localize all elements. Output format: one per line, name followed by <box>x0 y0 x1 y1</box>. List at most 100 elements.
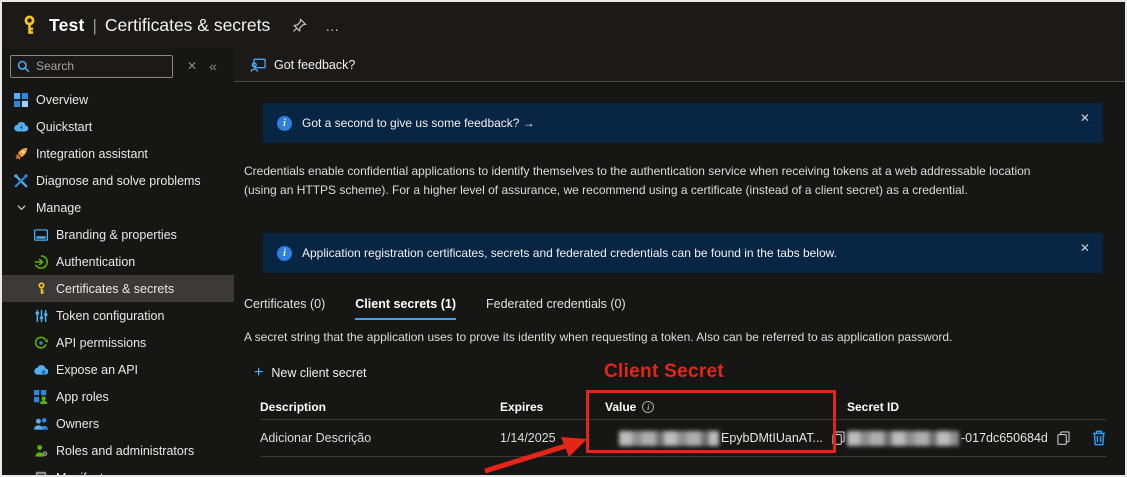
tab-client-secrets[interactable]: Client secrets (1) <box>355 297 456 320</box>
sliders-icon <box>33 308 49 324</box>
client-secrets-table: Description Expires Value i Secret ID Ad… <box>260 394 1106 457</box>
secret-id-visible-text: -017dc650684d <box>961 431 1048 445</box>
sidebar-item-overview[interactable]: Overview <box>2 86 234 113</box>
feedback-icon <box>250 58 266 73</box>
sidebar-item-label: API permissions <box>56 336 146 350</box>
delete-icon[interactable] <box>1092 430 1106 446</box>
overview-icon <box>13 92 29 108</box>
cell-expires: 1/14/2025 <box>500 431 605 445</box>
more-options-icon[interactable]: … <box>325 18 341 34</box>
header-secret-id[interactable]: Secret ID <box>847 400 1106 414</box>
sidebar: ✕ « Overview Quickstart <box>2 49 234 477</box>
sidebar-item-label: Manifest <box>56 471 103 477</box>
value-visible-text: EpybDMtIUanAT... <box>721 431 823 445</box>
sidebar-nav: Overview Quickstart Integration assistan… <box>2 83 234 477</box>
azure-portal-window: Test | Certificates & secrets … <box>0 0 1127 477</box>
tab-bar: Certificates (0) Client secrets (1) Fede… <box>244 297 1127 320</box>
credentials-description: Credentials enable confidential applicat… <box>244 162 1059 200</box>
table-header-row: Description Expires Value i Secret ID <box>260 394 1106 420</box>
sidebar-item-manifest[interactable]: Manifest <box>2 464 234 477</box>
header-expires[interactable]: Expires <box>500 400 605 414</box>
page-header: Test | Certificates & secrets … <box>2 2 1125 49</box>
search-input-wrapper <box>10 55 173 78</box>
collapse-menu-icon[interactable]: « <box>209 58 217 74</box>
quickstart-icon <box>13 119 29 135</box>
sidebar-item-label: Owners <box>56 417 99 431</box>
sidebar-item-owners[interactable]: Owners <box>2 410 234 437</box>
sidebar-item-diagnose[interactable]: Diagnose and solve problems <box>2 167 234 194</box>
sidebar-item-label: Diagnose and solve problems <box>36 174 201 188</box>
roles-admins-icon <box>33 443 49 459</box>
redacted-value-blur <box>619 431 719 446</box>
troubleshoot-icon <box>13 173 29 189</box>
info-icon: i <box>642 401 654 413</box>
new-client-secret-label: New client secret <box>271 366 366 380</box>
title-divider: | <box>92 16 96 36</box>
sidebar-section-manage[interactable]: Manage <box>2 194 234 221</box>
content-pane: Got feedback? i Got a second to give us … <box>234 49 1127 477</box>
copy-icon[interactable] <box>1057 431 1070 445</box>
page-title: Certificates & secrets <box>105 15 270 36</box>
sidebar-item-label: Expose an API <box>56 363 138 377</box>
sidebar-section-label: Manage <box>36 201 81 215</box>
chevron-down-icon <box>13 200 29 216</box>
sidebar-item-label: Integration assistant <box>36 147 148 161</box>
info-banner-text: Application registration certificates, s… <box>302 246 837 260</box>
got-feedback-button[interactable]: Got feedback? <box>250 58 355 73</box>
close-icon[interactable]: ✕ <box>1080 111 1090 125</box>
owners-icon <box>33 416 49 432</box>
rocket-icon <box>13 146 29 162</box>
sidebar-item-label: Authentication <box>56 255 135 269</box>
annotation-client-secret-label: Client Secret <box>604 361 724 383</box>
api-permissions-icon <box>33 335 49 351</box>
cloud-icon <box>33 362 49 378</box>
sidebar-item-label: Branding & properties <box>56 228 177 242</box>
command-bar: Got feedback? <box>234 49 1127 82</box>
redacted-secret-id-blur <box>847 431 959 446</box>
pin-icon[interactable] <box>292 18 307 33</box>
search-input[interactable] <box>36 59 166 73</box>
info-banner: i Application registration certificates,… <box>263 233 1103 273</box>
key-icon <box>19 15 40 36</box>
feedback-banner-text[interactable]: Got a second to give us some feedback? → <box>302 116 535 130</box>
sidebar-item-app-roles[interactable]: App roles <box>2 383 234 410</box>
key-icon <box>33 281 49 297</box>
info-icon: i <box>277 116 292 131</box>
cell-secret-id: -017dc650684d <box>847 430 1106 446</box>
table-row: Adicionar Descrição 1/14/2025 EpybDMtIUa… <box>260 420 1106 457</box>
info-icon: i <box>277 246 292 261</box>
tab-federated-credentials[interactable]: Federated credentials (0) <box>486 297 626 320</box>
header-value[interactable]: Value i <box>605 400 847 414</box>
sidebar-item-label: Overview <box>36 93 88 107</box>
app-roles-icon <box>33 389 49 405</box>
authentication-icon <box>33 254 49 270</box>
cell-value: EpybDMtIUanAT... <box>605 431 847 446</box>
sidebar-item-api-permissions[interactable]: API permissions <box>2 329 234 356</box>
branding-icon <box>33 227 49 243</box>
sidebar-item-label: Token configuration <box>56 309 164 323</box>
sidebar-item-label: Certificates & secrets <box>56 282 174 296</box>
sidebar-item-integration-assistant[interactable]: Integration assistant <box>2 140 234 167</box>
manifest-icon <box>33 470 49 477</box>
close-icon[interactable]: ✕ <box>1080 241 1090 255</box>
sidebar-item-certificates-secrets[interactable]: Certificates & secrets <box>2 275 234 302</box>
sidebar-item-expose-api[interactable]: Expose an API <box>2 356 234 383</box>
sidebar-item-branding[interactable]: Branding & properties <box>2 221 234 248</box>
cell-description: Adicionar Descrição <box>260 431 500 445</box>
search-clear-icon[interactable]: ✕ <box>187 59 197 73</box>
search-icon <box>17 60 30 73</box>
feedback-banner: i Got a second to give us some feedback?… <box>263 103 1103 143</box>
sidebar-item-roles-admins[interactable]: Roles and administrators <box>2 437 234 464</box>
sidebar-item-label: Quickstart <box>36 120 92 134</box>
got-feedback-label: Got feedback? <box>274 58 355 72</box>
sidebar-item-token-configuration[interactable]: Token configuration <box>2 302 234 329</box>
tab-certificates[interactable]: Certificates (0) <box>244 297 325 320</box>
client-secret-description: A secret string that the application use… <box>244 330 1127 344</box>
sidebar-item-quickstart[interactable]: Quickstart <box>2 113 234 140</box>
sidebar-item-label: Roles and administrators <box>56 444 194 458</box>
app-registration-name: Test <box>49 15 84 36</box>
sidebar-item-authentication[interactable]: Authentication <box>2 248 234 275</box>
copy-icon[interactable] <box>832 431 845 445</box>
header-description[interactable]: Description <box>260 400 500 414</box>
sidebar-item-label: App roles <box>56 390 109 404</box>
